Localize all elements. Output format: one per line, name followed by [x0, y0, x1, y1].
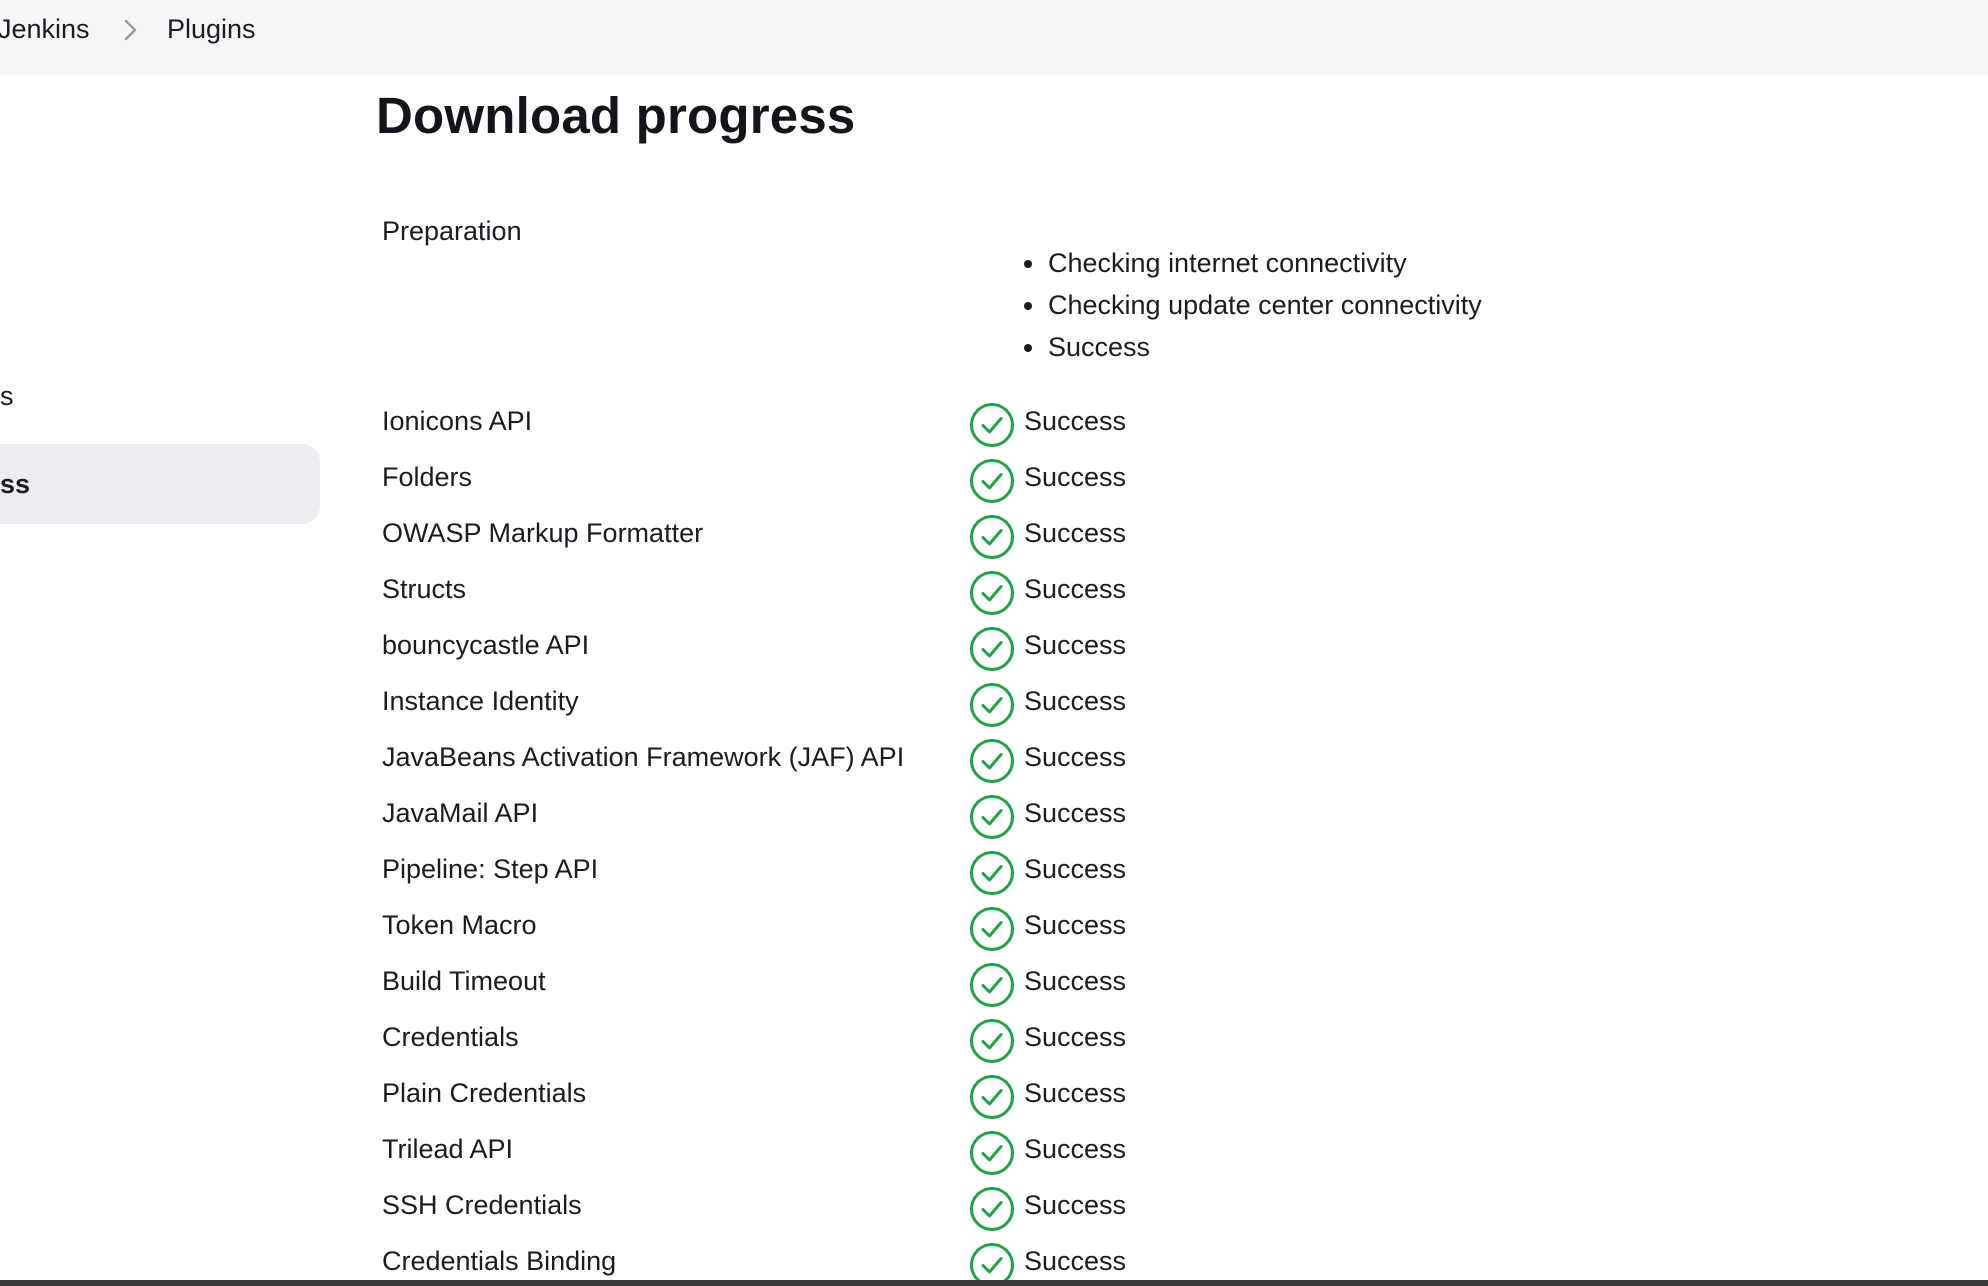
- check-circle-icon: [970, 683, 1014, 727]
- plugin-name: OWASP Markup Formatter: [382, 518, 704, 548]
- check-circle-icon: [970, 739, 1014, 783]
- plugin-status: Success: [1024, 1246, 1127, 1276]
- plugin-status: Success: [1024, 406, 1127, 436]
- check-circle-icon: [970, 403, 1014, 447]
- plugin-status: Success: [1024, 462, 1127, 492]
- plugin-status: Success: [1024, 854, 1127, 884]
- preparation-steps: Checking internet connectivity Checking …: [1024, 242, 1482, 368]
- preparation-step: Checking update center connectivity: [1024, 284, 1482, 326]
- preparation-step: Success: [1024, 326, 1482, 368]
- check-circle-icon: [970, 1019, 1014, 1063]
- plugin-status: Success: [1024, 1078, 1127, 1108]
- check-circle-icon: [970, 1131, 1014, 1175]
- plugin-status: Success: [1024, 910, 1127, 940]
- plugin-name: SSH Credentials: [382, 1190, 582, 1220]
- window-bottom-edge: [0, 1280, 1988, 1286]
- plugin-status: Success: [1024, 1022, 1127, 1052]
- check-circle-icon: [970, 963, 1014, 1007]
- plugin-status: Success: [1024, 966, 1127, 996]
- plugin-status: Success: [1024, 574, 1127, 604]
- plugin-row: JavaBeans Activation Framework (JAF) API…: [0, 732, 1988, 788]
- plugin-row: JavaMail API Success: [0, 788, 1988, 844]
- plugin-status: Success: [1024, 798, 1127, 828]
- check-circle-icon: [970, 571, 1014, 615]
- plugin-name: Trilead API: [382, 1134, 514, 1164]
- preparation-label: Preparation: [382, 216, 522, 246]
- plugin-row: Folders Success: [0, 452, 1988, 508]
- plugin-status: Success: [1024, 1190, 1127, 1220]
- check-circle-icon: [970, 907, 1014, 951]
- plugin-row: SSH Credentials Success: [0, 1180, 1988, 1236]
- plugin-name: JavaMail API: [382, 798, 539, 828]
- check-circle-icon: [970, 795, 1014, 839]
- plugin-status: Success: [1024, 686, 1127, 716]
- plugin-name: Pipeline: Step API: [382, 854, 599, 884]
- breadcrumb: Jenkins Plugins: [0, 0, 1988, 75]
- plugin-status: Success: [1024, 1134, 1127, 1164]
- plugin-row: Structs Success: [0, 564, 1988, 620]
- plugin-name: Credentials Binding: [382, 1246, 617, 1276]
- plugin-row: bouncycastle API Success: [0, 620, 1988, 676]
- page: Jenkins Plugins s ss Download progress P…: [0, 0, 1988, 1286]
- plugin-name: Instance Identity: [382, 686, 579, 716]
- check-circle-icon: [970, 459, 1014, 503]
- plugin-row: Instance Identity Success: [0, 676, 1988, 732]
- plugin-name: Plain Credentials: [382, 1078, 587, 1108]
- plugin-status: Success: [1024, 518, 1127, 548]
- plugin-row: Plain Credentials Success: [0, 1068, 1988, 1124]
- page-title: Download progress: [376, 87, 856, 144]
- chevron-right-icon: [124, 19, 137, 41]
- preparation-step: Checking internet connectivity: [1024, 242, 1482, 284]
- check-circle-icon: [970, 1187, 1014, 1231]
- check-circle-icon: [970, 627, 1014, 671]
- plugin-name: Structs: [382, 574, 467, 604]
- check-circle-icon: [970, 851, 1014, 895]
- plugin-name: Build Timeout: [382, 966, 546, 996]
- check-circle-icon: [970, 515, 1014, 559]
- plugin-status: Success: [1024, 630, 1127, 660]
- plugin-row: OWASP Markup Formatter Success: [0, 508, 1988, 564]
- plugin-name: Token Macro: [382, 910, 537, 940]
- breadcrumb-plugins-link[interactable]: Plugins: [167, 14, 256, 45]
- plugin-name: JavaBeans Activation Framework (JAF) API: [382, 742, 905, 772]
- breadcrumb-jenkins-link[interactable]: Jenkins: [0, 14, 90, 45]
- plugin-name: bouncycastle API: [382, 630, 590, 660]
- plugin-row: Build Timeout Success: [0, 956, 1988, 1012]
- plugin-name: Folders: [382, 462, 473, 492]
- check-circle-icon: [970, 1075, 1014, 1119]
- plugin-row: Pipeline: Step API Success: [0, 844, 1988, 900]
- plugin-row: Trilead API Success: [0, 1124, 1988, 1180]
- plugin-row: Ionicons API Success: [0, 396, 1988, 452]
- plugin-row: Credentials Success: [0, 1012, 1988, 1068]
- plugin-row: Token Macro Success: [0, 900, 1988, 956]
- plugin-row: Credentials Binding Success: [0, 1236, 1988, 1286]
- plugin-name: Ionicons API: [382, 406, 533, 436]
- plugin-name: Credentials: [382, 1022, 519, 1052]
- plugin-status: Success: [1024, 742, 1127, 772]
